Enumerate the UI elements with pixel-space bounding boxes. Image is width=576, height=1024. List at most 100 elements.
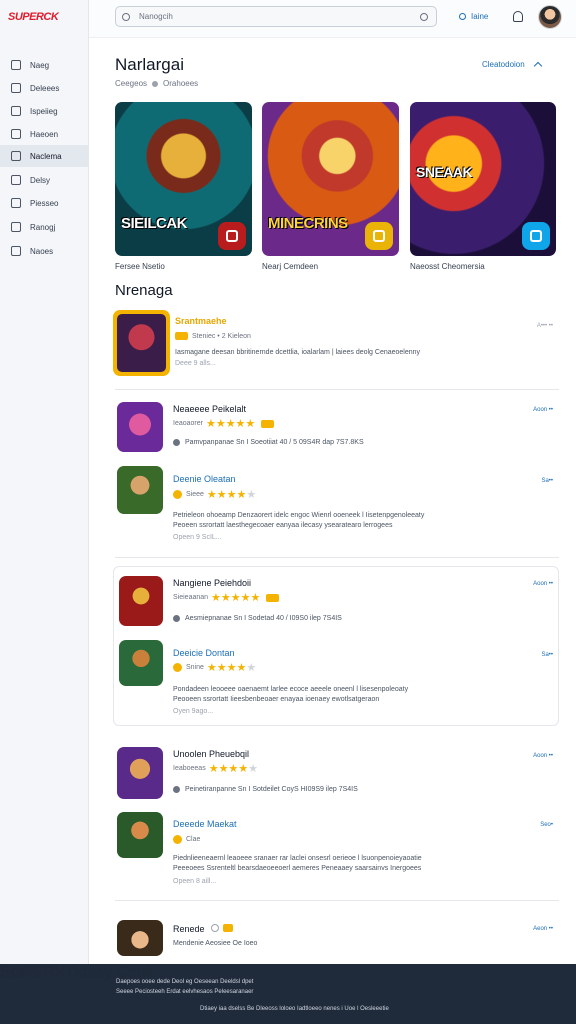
app-rating: Ieaoaorer ★★★★★	[173, 417, 275, 430]
globe-icon	[173, 615, 180, 622]
see-more-link[interactable]: Opeen 8 aill...	[173, 878, 216, 885]
sidebar-item-3[interactable]: Ispeiieg	[0, 100, 89, 122]
app-badge-icon	[365, 222, 393, 250]
app-name-group: Renede	[173, 924, 233, 934]
rating-stars-icon: ★★★★★	[206, 489, 257, 501]
footer-copyright: Dtiaey iaa dselss Be Dleeoss loloeo Iadt…	[200, 1006, 389, 1012]
globe-icon	[173, 439, 180, 446]
see-more-link[interactable]: Opeen 9 ScIL...	[173, 534, 222, 541]
sidebar-item-2[interactable]: Deleees	[0, 77, 89, 99]
sidebar-item-5[interactable]: Naclema	[0, 145, 89, 167]
tag-icon	[175, 332, 188, 340]
notification-bell-icon[interactable]	[513, 11, 523, 22]
app-action[interactable]: Seo•	[540, 822, 553, 828]
page-subtitle: Ceegeos Orahoees	[115, 79, 198, 88]
list-item[interactable]: Deeicie Dontan Snine ★★★★★ Pondadeen leoo…	[113, 638, 559, 722]
sidebar-item-8[interactable]: Ranogj	[0, 216, 89, 238]
app-action[interactable]: Sa••	[541, 478, 553, 484]
app-name: Srantmaehe	[175, 316, 227, 326]
footer-brand[interactable]: SUPERKDdasy Cenlt	[0, 964, 154, 982]
list-item[interactable]: Unoolen Pheuebqil Ieaboeeas ★★★★★ Peineti…	[113, 744, 559, 804]
sidebar-item-4[interactable]: Haeoen	[0, 123, 89, 145]
app-action[interactable]: Aoon ••	[533, 581, 553, 587]
app-description-2: Peooeen ssrortatt Iieesbenbeoaer enayaa …	[173, 696, 380, 703]
tag-icon	[266, 593, 280, 602]
app-meta-text: Sieee	[186, 491, 204, 498]
app-thumbnail	[117, 812, 163, 858]
app-info-text: Aesmiepnanae Sn I Sodetad 40 / I09S0 ile…	[185, 615, 342, 622]
search-submit-icon[interactable]	[420, 13, 428, 21]
cart-icon	[11, 151, 21, 161]
featured-caption-2: Nearj Cemdeen	[262, 262, 319, 271]
lock-icon	[11, 83, 21, 93]
app-rating: Sieieaanan ★★★★★	[173, 591, 280, 604]
box-icon	[11, 129, 21, 139]
footer-brand-tail: Ddasy Cenlt	[66, 964, 154, 981]
app-name: Deeicie Dontan	[173, 648, 235, 658]
list-item[interactable]: Nangiene Peiehdoii Sieieaanan ★★★★★ Aesmi…	[113, 572, 559, 632]
list-item[interactable]: Srantmaehe Steniec • 2 Kieleon Iasmagane…	[113, 308, 559, 380]
sidebar-item-9[interactable]: Naoes	[0, 240, 89, 262]
app-badge-icon	[218, 222, 246, 250]
app-name: Neaeeee Peikelalt	[173, 404, 247, 414]
app-action[interactable]: A••• ••	[537, 323, 553, 329]
app-thumbnail	[117, 920, 163, 956]
featured-card-1[interactable]: SIEILCAK	[115, 102, 252, 256]
featured-card-2[interactable]: MINECRINS	[262, 102, 399, 256]
collapse-toggle[interactable]: Cleatodoion	[482, 60, 542, 71]
sidebar-item-7[interactable]: Piesseo	[0, 192, 89, 214]
subtitle-part-1: Ceegeos	[115, 79, 148, 88]
app-description: Iasmagane deesan bbritinernde dcettlia, …	[175, 349, 421, 356]
help-button[interactable]: Iaine	[459, 12, 488, 21]
rating-stars-icon: ★★★★★	[211, 592, 261, 604]
divider	[115, 557, 559, 558]
app-rating: Snine ★★★★★	[173, 661, 259, 674]
page-title: Narlargai	[115, 55, 184, 74]
pin-icon	[11, 198, 21, 208]
see-more-link[interactable]: Deee 9 alls...	[175, 360, 216, 367]
app-name: Renede	[173, 924, 205, 934]
app-meta: Steniec • 2 Kieleon	[175, 332, 251, 340]
app-info: Peinetiranpanne Sn I Sotdeilet CoyS HI09…	[173, 786, 358, 793]
app-thumbnail	[119, 640, 163, 686]
search-input[interactable]: Nanogcih	[115, 6, 437, 27]
list-item[interactable]: Neaeeee Peikelalt Ieaoaorer ★★★★★ Pamvpan…	[113, 398, 559, 458]
bag-icon	[11, 106, 21, 116]
app-rating: Sieee ★★★★★	[173, 488, 259, 501]
app-thumbnail	[117, 466, 163, 514]
footer-link-line-2[interactable]: Seeee Peciosteeh Erdat eelvhesaos Pelees…	[116, 989, 253, 995]
sidebar-item-6[interactable]: Delsy	[0, 169, 89, 191]
see-more-link[interactable]: Oyen 9ago...	[173, 708, 213, 715]
app-logo[interactable]: SUPERCK	[8, 11, 59, 23]
section-title: Nrenaga	[115, 282, 173, 299]
app-meta-text: Ieaoaorer	[173, 420, 203, 427]
divider	[115, 900, 559, 901]
sidebar-item-label: Piesseo	[30, 198, 59, 208]
app-description-2: Peeeoees Ssrenteltl bearsdaeoeeoerl aeme…	[173, 865, 422, 872]
app-thumbnail	[119, 576, 163, 626]
app-badge-icon	[522, 222, 550, 250]
featured-card-3[interactable]: SNEAAK	[410, 102, 556, 256]
app-action[interactable]: Sa••	[541, 652, 553, 658]
app-info-text: Pamvpanpanae Sn I Soeotiiat 40 / 5 09S4R…	[185, 439, 364, 446]
subtitle-part-2: Orahoees	[163, 79, 199, 88]
sidebar: SUPERCK Naeg Deleees Ispeiieg Haeoen Nac…	[0, 0, 89, 964]
top-bar: Nanogcih Iaine	[89, 0, 576, 38]
sidebar-item-label: Haeoen	[30, 129, 59, 139]
list-item[interactable]: Deeede Maekat Clae Piednlieeneaernl leao…	[113, 810, 559, 894]
list-item[interactable]: Renede Mendenie Aeosiee Oe Ioeo Aeon ••	[113, 916, 559, 956]
tag-icon	[261, 419, 275, 428]
chevron-up-icon	[533, 61, 542, 71]
app-action[interactable]: Aeon ••	[533, 926, 553, 932]
app-name: Nangiene Peiehdoii	[173, 578, 252, 588]
app-rating: Clae	[173, 835, 200, 844]
app-info-text: Peinetiranpanne Sn I Sotdeilet CoyS HI09…	[185, 786, 358, 793]
sidebar-item-1[interactable]: Naeg	[0, 54, 89, 76]
avatar[interactable]	[538, 5, 562, 29]
app-action[interactable]: Aoon ••	[533, 753, 553, 759]
featured-caption-3: Naeosst Cheomersia	[410, 262, 485, 271]
app-action[interactable]: Aoon ••	[533, 407, 553, 413]
list-item[interactable]: Deenie Oleatan Sieee ★★★★★ Petrieleon oho…	[113, 464, 559, 548]
award-icon	[173, 835, 182, 844]
featured-art-title: SIEILCAK	[121, 215, 188, 232]
